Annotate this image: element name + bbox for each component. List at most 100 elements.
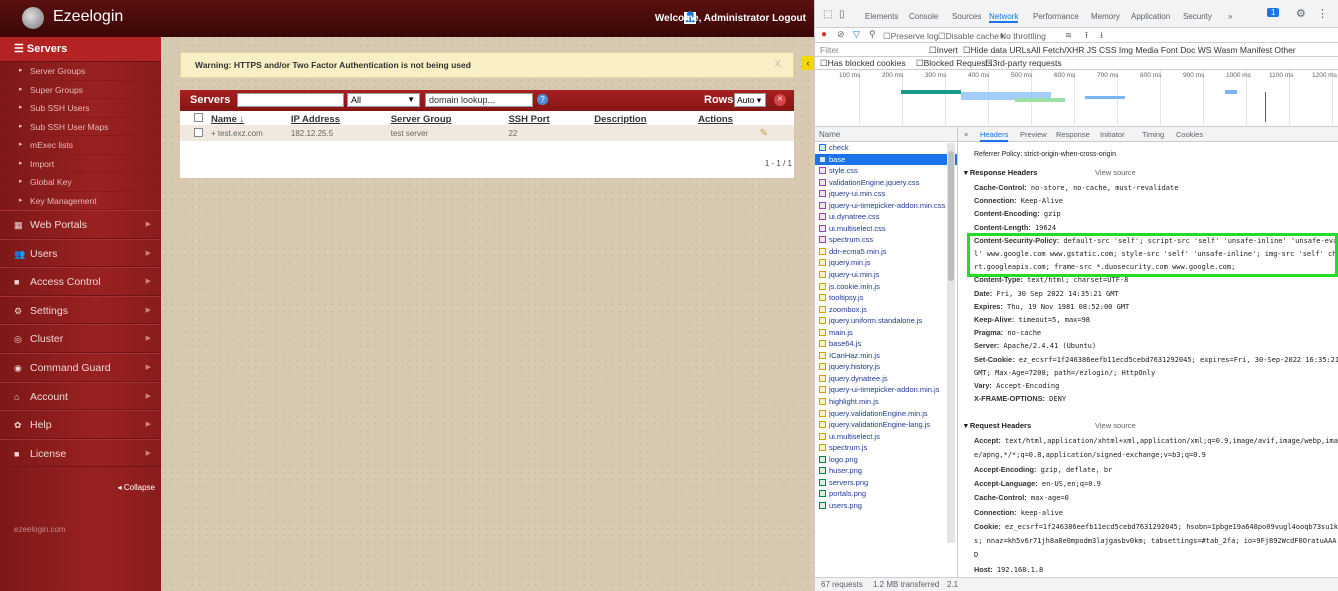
app-logo-text[interactable]: Ezeelogin [53,8,123,26]
cell-name[interactable]: + test.exz.com [203,125,291,141]
tab-network[interactable]: Network [989,12,1019,23]
sidebar-sub-item[interactable]: Server Groups [0,62,161,81]
request-row[interactable]: logo.png [815,454,957,466]
hide-data-urls-checkbox[interactable]: ☐ Hide data URLs [963,45,1031,56]
column-header[interactable]: Description [594,111,698,125]
clear-icon[interactable]: ⊘ [837,29,845,40]
request-headers-title[interactable]: ▾ Request Headers [964,421,1031,430]
request-row[interactable]: base64.js [815,338,957,350]
column-header[interactable]: Server Group [391,111,509,125]
request-row[interactable]: jquery.dynatree.js [815,373,957,385]
server-search-input[interactable] [237,93,344,107]
request-row[interactable]: main.js [815,327,957,339]
tab-[interactable]: » [1228,12,1232,21]
wifi-icon[interactable]: ≋ [1065,30,1072,41]
close-detail-icon[interactable]: × [964,130,968,139]
sidebar-section[interactable]: ✿ Help ▶ [0,410,161,439]
row-checkbox[interactable] [194,127,203,137]
column-header[interactable]: SSH Port [508,111,594,125]
request-row[interactable]: users.png [815,500,957,512]
detail-tab-headers[interactable]: Headers [980,130,1009,142]
sidebar-section[interactable]: ◉ Command Guard ▶ [0,352,161,382]
request-row[interactable]: validationEngine.jquery.css [815,177,957,189]
rows-select[interactable]: Auto ▾ [734,93,766,107]
request-row[interactable]: js.cookie.min.js [815,281,957,293]
response-view-source[interactable]: View source [1095,168,1136,177]
detail-tab-timing[interactable]: Timing [1142,130,1164,139]
request-row[interactable]: jquery.validationEngine.min.js [815,408,957,420]
sidebar-sub-item[interactable]: Super Groups [0,81,161,99]
detail-tab-preview[interactable]: Preview [1020,130,1047,139]
sidebar-section[interactable]: ▦ Web Portals ▶ [0,210,161,239]
search-icon[interactable]: ⚲ [869,29,876,40]
invert-checkbox[interactable]: ☐ Invert [929,45,958,56]
welcome-logout[interactable]: Welcome, Administrator Logout [655,13,806,24]
detail-tab-cookies[interactable]: Cookies [1176,130,1203,139]
request-row[interactable]: tooltipsy.js [815,292,957,304]
network-timeline[interactable]: 100 ms 200 ms 300 ms 400 ms 500 ms 600 ms 700 … [815,70,1338,127]
response-headers-title[interactable]: ▾ Response Headers [964,168,1037,177]
preserve-log-checkbox[interactable]: ☐ Preserve log [883,31,938,42]
column-header[interactable]: Actions [698,111,794,125]
panel-close-icon[interactable]: ✕ [774,94,786,106]
tab-security[interactable]: Security [1183,12,1212,21]
tab-sources[interactable]: Sources [952,12,981,21]
request-row[interactable]: jquery.uniform.standalone.js [815,315,957,327]
request-row[interactable]: zoombox.js [815,304,957,316]
gear-icon[interactable]: ⚙ [1296,7,1306,20]
tab-elements[interactable]: Elements [865,12,898,21]
server-filter-select[interactable]: All ▼ [347,93,420,107]
request-row[interactable]: highlight.min.js [815,396,957,408]
inspect-icon[interactable]: ⬚ [823,9,832,20]
resource-type-filters[interactable]: All Fetch/XHR JS CSS Img Media Font Doc … [1031,45,1296,55]
scroll-thumb[interactable] [948,151,954,281]
request-list-header[interactable]: Name [815,127,957,142]
filter-icon[interactable]: ▽ [853,29,860,40]
third-party-checkbox[interactable]: ☐ 3rd-party requests [985,58,1062,69]
tab-console[interactable]: Console [909,12,938,21]
device-toolbar-icon[interactable]: ▯ [839,9,845,20]
request-row[interactable]: ui.multiselect.js [815,431,957,443]
collapse-button[interactable]: ◂ Collapse [118,483,155,492]
request-row[interactable]: jquery-ui.min.css [815,188,957,200]
detail-tab-initiator[interactable]: Initiator [1100,130,1125,139]
throttling-select[interactable]: No throttling ▾ [1000,31,1046,42]
request-row[interactable]: ICanHaz.min.js [815,350,957,362]
request-row[interactable]: jquery.min.js [815,257,957,269]
issues-badge[interactable]: 1 [1267,8,1280,17]
request-row[interactable]: jquery-ui-timepicker-addon.min.css [815,200,957,212]
sidebar-sub-item[interactable]: Global Key [0,173,161,192]
request-row[interactable]: ddr-ecma5.min.js [815,246,957,258]
request-row[interactable]: servers.png [815,477,957,489]
blocked-requests-checkbox[interactable]: ☐ Blocked Requests [916,58,992,69]
request-row[interactable]: spectrum.css [815,234,957,246]
request-row[interactable]: jquery.validationEngine-lang.js [815,419,957,431]
request-view-source[interactable]: View source [1095,421,1136,430]
panel-toggle-arrow-icon[interactable]: ‹ [802,56,814,70]
request-row[interactable]: jquery-ui-timepicker-addon.min.js [815,384,957,396]
sidebar-sub-item[interactable]: Import [0,155,161,173]
request-row[interactable]: jquery-ui.min.js [815,269,957,281]
blocked-cookies-checkbox[interactable]: ☐ Has blocked cookies [820,58,906,69]
request-row[interactable]: ui.multiselect.css [815,223,957,235]
sidebar-sub-item[interactable]: Sub SSH Users [0,99,161,118]
request-row[interactable]: portals.png [815,488,957,500]
sidebar-sub-item[interactable]: Sub SSH User Maps [0,118,161,136]
sidebar-section[interactable]: 👥 Users ▶ [0,238,161,268]
request-row[interactable]: check [815,142,957,154]
upload-icon[interactable]: ⭱ [1085,30,1088,44]
tab-application[interactable]: Application [1131,12,1170,21]
request-row[interactable]: base [815,153,957,166]
sidebar-section[interactable]: ⌂ Account ▶ [0,381,161,411]
help-icon[interactable]: ? [537,94,548,105]
request-list-scrollbar[interactable] [947,143,955,543]
disable-cache-checkbox[interactable]: ☐ Disable cache [938,31,999,42]
request-row[interactable]: style.css [815,165,957,177]
request-row[interactable]: jquery.history.js [815,361,957,373]
download-icon[interactable]: ⭳ [1100,30,1103,44]
column-header[interactable]: Name ↓ [203,111,291,125]
sidebar-servers[interactable]: ☰ Servers [0,37,161,62]
sidebar-sub-item[interactable]: Key Management [0,192,161,210]
sidebar-sub-item[interactable]: mExec lists [0,136,161,155]
tab-performance[interactable]: Performance [1033,12,1079,21]
